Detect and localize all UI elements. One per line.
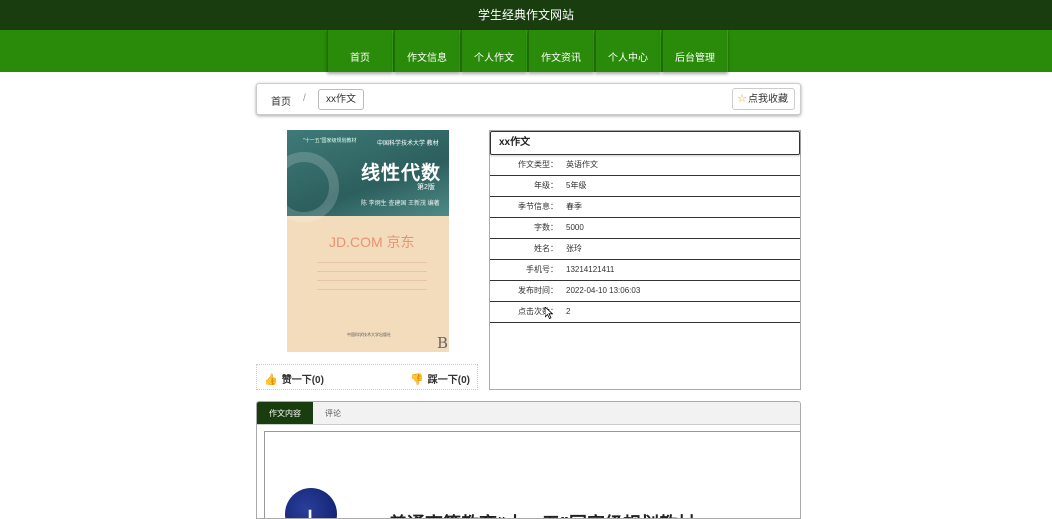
dislike-button[interactable]: 👎 踩一下(0) (410, 371, 470, 386)
info-key: 字数： (534, 223, 558, 232)
tab-comments[interactable]: 评论 (313, 402, 353, 424)
info-value: 2022-04-10 13:06:03 (566, 286, 641, 295)
site-title-bar: 学生经典作文网站 (0, 0, 1052, 30)
info-row-name: 姓名： 张玲 (490, 239, 800, 260)
cover-edition: 第2版 (417, 184, 435, 191)
mouse-cursor-icon (545, 307, 553, 319)
info-row-publish-time: 发布时间： 2022-04-10 13:06:03 (490, 281, 800, 302)
info-row-word-count: 字数： 5000 (490, 218, 800, 239)
info-value: 张玲 (566, 244, 582, 253)
breadcrumb-separator: / (303, 93, 306, 104)
info-value: 春季 (566, 202, 582, 211)
info-row-phone: 手机号： 13214121411 (490, 260, 800, 281)
cover-watermark: JD.COM 京东 (329, 234, 415, 250)
essay-cover-image: "十一五"国家级规划教材 中国科学技术大学 教材 线性代数 第2版 陈 李炯生 … (287, 130, 449, 352)
info-row-type: 作文类型： 英语作文 (490, 155, 800, 176)
main-nav: 首页 作文信息 个人作文 作文资讯 个人中心 后台管理 (0, 30, 1052, 72)
thumbs-up-icon: 👍 (264, 374, 278, 386)
cover-corner-mark: B (437, 334, 449, 352)
breadcrumb-current: xx作文 (318, 89, 364, 110)
info-key: 作文类型： (518, 160, 558, 169)
essay-info-panel: xx作文 作文类型： 英语作文 年级： 5年级 季节信息： 春季 字数： 5000 姓名… (489, 130, 801, 390)
star-icon: ☆ (737, 93, 747, 105)
cover-publisher: 中国科学技术大学出版社 (347, 332, 391, 337)
content-tabs: 作文内容 评论 十 普通高等教育“十一五”国家级规划教材 (256, 401, 801, 519)
favorite-button[interactable]: ☆点我收藏 (732, 88, 795, 110)
cover-series-text: "十一五"国家级规划教材 (303, 138, 357, 144)
info-row-season: 季节信息： 春季 (490, 197, 800, 218)
like-button[interactable]: 👍 赞一下(0) (264, 371, 324, 386)
site-title: 学生经典作文网站 (477, 8, 574, 22)
breadcrumb: 首页 / xx作文 ☆点我收藏 (256, 83, 801, 115)
tab-essay-content[interactable]: 作文内容 (257, 402, 313, 424)
essay-info-title: xx作文 (490, 131, 800, 155)
info-value: 2 (566, 307, 571, 316)
nav-item-admin[interactable]: 后台管理 (662, 30, 728, 72)
dislike-label: 踩一下(0) (427, 375, 470, 386)
info-key: 年级： (534, 181, 558, 190)
cover-authors: 陈 李炯生 查建国 王新茂 编著 (361, 201, 440, 207)
nav-item-essay-info[interactable]: 作文信息 (394, 30, 460, 72)
nav-item-user-center[interactable]: 个人中心 (595, 30, 661, 72)
thumbs-down-icon: 👎 (410, 374, 424, 386)
publisher-logo-icon: 十 (285, 488, 337, 518)
breadcrumb-home-link[interactable]: 首页 (271, 93, 291, 108)
info-row-click-count: 点击次数： 2 (490, 302, 800, 323)
like-label: 赞一下(0) (281, 375, 324, 386)
info-key: 发布时间： (518, 286, 558, 295)
info-value: 英语作文 (566, 160, 598, 169)
info-value: 5年级 (566, 181, 587, 190)
vote-bar: 👍 赞一下(0) 👎 踩一下(0) (256, 364, 478, 390)
info-key: 季节信息： (518, 202, 558, 211)
logo-text: 十 (299, 504, 321, 518)
essay-content-area: 十 普通高等教育“十一五”国家级规划教材 (264, 431, 800, 518)
nav-item-home[interactable]: 首页 (327, 30, 393, 72)
content-heading: 普通高等教育“十一五”国家级规划教材 (389, 510, 695, 518)
favorite-label: 点我收藏 (748, 94, 788, 105)
info-value: 5000 (566, 223, 584, 232)
cover-title: 线性代数 (361, 162, 442, 184)
nav-item-personal-essay[interactable]: 个人作文 (461, 30, 527, 72)
info-value: 13214121411 (566, 265, 615, 274)
info-key: 姓名： (534, 244, 558, 253)
cover-tagline: 中国科学技术大学 教材 (377, 141, 439, 147)
info-key: 手机号： (526, 265, 558, 274)
info-row-grade: 年级： 5年级 (490, 176, 800, 197)
nav-item-essay-news[interactable]: 作文资讯 (528, 30, 594, 72)
